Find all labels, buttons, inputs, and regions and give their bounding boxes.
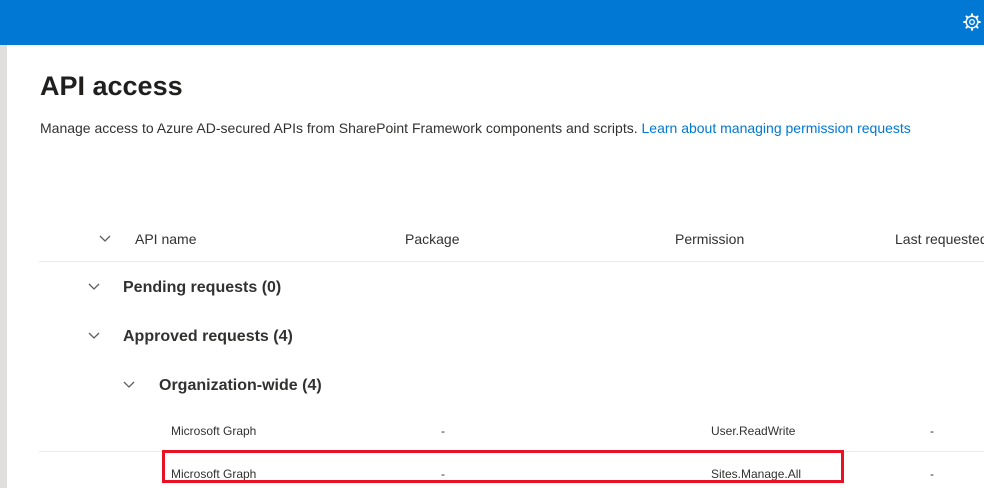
highlight-box (162, 450, 844, 483)
chevron-down-icon[interactable] (87, 282, 101, 292)
group-header-organization-wide[interactable]: Organization-wide (4) (159, 377, 322, 395)
column-header-last-requested[interactable]: Last requested (895, 231, 984, 247)
header-divider (39, 261, 984, 262)
cell-last-requested: - (930, 424, 934, 438)
chevron-down-icon[interactable] (98, 234, 112, 244)
group-header-pending[interactable]: Pending requests (0) (123, 279, 281, 297)
chevron-down-icon[interactable] (87, 331, 101, 341)
column-header-package[interactable]: Package (405, 231, 459, 247)
description-text: Manage access to Azure AD-secured APIs f… (40, 120, 638, 136)
page-description: Manage access to Azure AD-secured APIs f… (40, 120, 911, 136)
learn-more-link[interactable]: Learn about managing permission requests (642, 120, 911, 136)
group-header-approved[interactable]: Approved requests (4) (123, 328, 293, 346)
cell-last-requested: - (930, 467, 934, 481)
cell-api-name: Microsoft Graph (171, 424, 257, 438)
page-title: API access (40, 71, 183, 101)
cell-permission: User.ReadWrite (711, 424, 796, 438)
left-nav-edge (0, 45, 7, 488)
column-header-api-name[interactable]: API name (135, 231, 196, 247)
cell-package: - (441, 424, 445, 438)
suite-header-bar (0, 0, 984, 45)
chevron-down-icon[interactable] (122, 380, 136, 390)
column-header-permission[interactable]: Permission (675, 231, 744, 247)
gear-icon[interactable] (963, 13, 981, 31)
